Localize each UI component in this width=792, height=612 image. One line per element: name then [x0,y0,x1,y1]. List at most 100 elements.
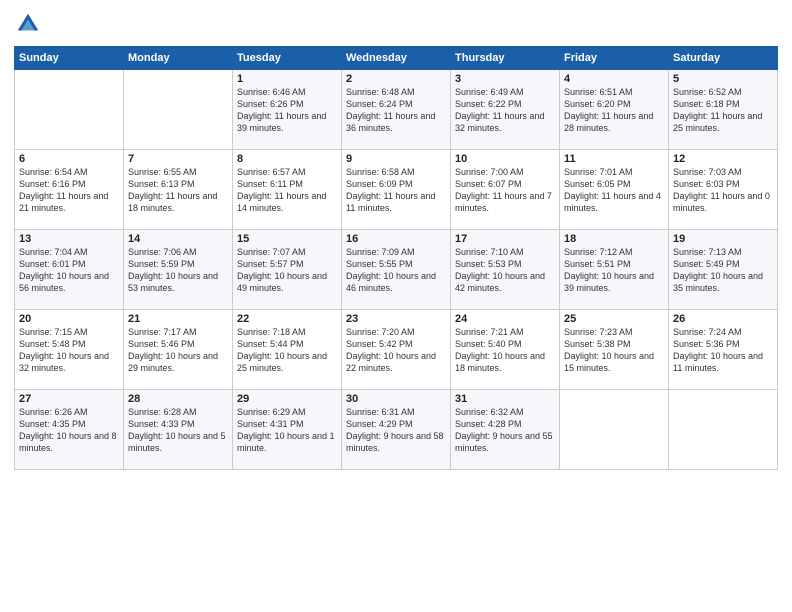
day-number: 27 [19,393,119,405]
day-info: Sunrise: 7:07 AM Sunset: 5:57 PM Dayligh… [237,246,337,295]
calendar-cell: 15Sunrise: 7:07 AM Sunset: 5:57 PM Dayli… [233,230,342,310]
day-number: 6 [19,153,119,165]
calendar-cell: 4Sunrise: 6:51 AM Sunset: 6:20 PM Daylig… [560,70,669,150]
calendar-cell: 19Sunrise: 7:13 AM Sunset: 5:49 PM Dayli… [669,230,778,310]
day-info: Sunrise: 6:57 AM Sunset: 6:11 PM Dayligh… [237,166,337,215]
day-number: 17 [455,233,555,245]
day-info: Sunrise: 7:20 AM Sunset: 5:42 PM Dayligh… [346,326,446,375]
day-number: 20 [19,313,119,325]
logo-icon [14,10,42,38]
header-day: Sunday [15,47,124,70]
header-day: Friday [560,47,669,70]
day-info: Sunrise: 7:12 AM Sunset: 5:51 PM Dayligh… [564,246,664,295]
day-info: Sunrise: 6:58 AM Sunset: 6:09 PM Dayligh… [346,166,446,215]
day-info: Sunrise: 7:23 AM Sunset: 5:38 PM Dayligh… [564,326,664,375]
day-info: Sunrise: 7:04 AM Sunset: 6:01 PM Dayligh… [19,246,119,295]
calendar-cell [15,70,124,150]
day-info: Sunrise: 6:51 AM Sunset: 6:20 PM Dayligh… [564,86,664,135]
calendar-week: 27Sunrise: 6:26 AM Sunset: 4:35 PM Dayli… [15,390,778,470]
day-number: 3 [455,73,555,85]
day-info: Sunrise: 6:29 AM Sunset: 4:31 PM Dayligh… [237,406,337,455]
calendar-body: 1Sunrise: 6:46 AM Sunset: 6:26 PM Daylig… [15,70,778,470]
day-info: Sunrise: 6:55 AM Sunset: 6:13 PM Dayligh… [128,166,228,215]
header-day: Wednesday [342,47,451,70]
day-info: Sunrise: 7:18 AM Sunset: 5:44 PM Dayligh… [237,326,337,375]
day-info: Sunrise: 6:54 AM Sunset: 6:16 PM Dayligh… [19,166,119,215]
day-number: 13 [19,233,119,245]
header-day: Tuesday [233,47,342,70]
calendar-week: 20Sunrise: 7:15 AM Sunset: 5:48 PM Dayli… [15,310,778,390]
day-info: Sunrise: 6:52 AM Sunset: 6:18 PM Dayligh… [673,86,773,135]
day-info: Sunrise: 6:46 AM Sunset: 6:26 PM Dayligh… [237,86,337,135]
calendar-cell: 11Sunrise: 7:01 AM Sunset: 6:05 PM Dayli… [560,150,669,230]
day-info: Sunrise: 7:01 AM Sunset: 6:05 PM Dayligh… [564,166,664,215]
calendar-cell: 13Sunrise: 7:04 AM Sunset: 6:01 PM Dayli… [15,230,124,310]
header-day: Monday [124,47,233,70]
calendar-cell: 17Sunrise: 7:10 AM Sunset: 5:53 PM Dayli… [451,230,560,310]
calendar-cell: 28Sunrise: 6:28 AM Sunset: 4:33 PM Dayli… [124,390,233,470]
calendar-cell: 20Sunrise: 7:15 AM Sunset: 5:48 PM Dayli… [15,310,124,390]
calendar-cell: 18Sunrise: 7:12 AM Sunset: 5:51 PM Dayli… [560,230,669,310]
calendar-cell: 7Sunrise: 6:55 AM Sunset: 6:13 PM Daylig… [124,150,233,230]
calendar-week: 13Sunrise: 7:04 AM Sunset: 6:01 PM Dayli… [15,230,778,310]
day-number: 7 [128,153,228,165]
day-info: Sunrise: 7:06 AM Sunset: 5:59 PM Dayligh… [128,246,228,295]
day-number: 22 [237,313,337,325]
header-day: Saturday [669,47,778,70]
day-number: 2 [346,73,446,85]
calendar-cell: 5Sunrise: 6:52 AM Sunset: 6:18 PM Daylig… [669,70,778,150]
calendar-cell: 21Sunrise: 7:17 AM Sunset: 5:46 PM Dayli… [124,310,233,390]
day-number: 23 [346,313,446,325]
calendar-week: 6Sunrise: 6:54 AM Sunset: 6:16 PM Daylig… [15,150,778,230]
day-info: Sunrise: 6:48 AM Sunset: 6:24 PM Dayligh… [346,86,446,135]
day-number: 1 [237,73,337,85]
day-info: Sunrise: 6:26 AM Sunset: 4:35 PM Dayligh… [19,406,119,455]
day-info: Sunrise: 6:31 AM Sunset: 4:29 PM Dayligh… [346,406,446,455]
calendar-cell: 30Sunrise: 6:31 AM Sunset: 4:29 PM Dayli… [342,390,451,470]
calendar-cell: 10Sunrise: 7:00 AM Sunset: 6:07 PM Dayli… [451,150,560,230]
calendar-cell: 12Sunrise: 7:03 AM Sunset: 6:03 PM Dayli… [669,150,778,230]
day-info: Sunrise: 7:13 AM Sunset: 5:49 PM Dayligh… [673,246,773,295]
calendar-cell: 1Sunrise: 6:46 AM Sunset: 6:26 PM Daylig… [233,70,342,150]
header-row: SundayMondayTuesdayWednesdayThursdayFrid… [15,47,778,70]
calendar-cell: 23Sunrise: 7:20 AM Sunset: 5:42 PM Dayli… [342,310,451,390]
calendar-cell: 9Sunrise: 6:58 AM Sunset: 6:09 PM Daylig… [342,150,451,230]
header [14,10,778,38]
day-number: 19 [673,233,773,245]
day-number: 21 [128,313,228,325]
day-number: 26 [673,313,773,325]
calendar-cell [669,390,778,470]
day-number: 11 [564,153,664,165]
calendar-header: SundayMondayTuesdayWednesdayThursdayFrid… [15,47,778,70]
calendar-cell: 3Sunrise: 6:49 AM Sunset: 6:22 PM Daylig… [451,70,560,150]
day-number: 28 [128,393,228,405]
day-number: 5 [673,73,773,85]
day-number: 8 [237,153,337,165]
day-number: 9 [346,153,446,165]
day-info: Sunrise: 7:03 AM Sunset: 6:03 PM Dayligh… [673,166,773,215]
calendar-week: 1Sunrise: 6:46 AM Sunset: 6:26 PM Daylig… [15,70,778,150]
calendar-cell: 22Sunrise: 7:18 AM Sunset: 5:44 PM Dayli… [233,310,342,390]
page: SundayMondayTuesdayWednesdayThursdayFrid… [0,0,792,612]
day-info: Sunrise: 7:21 AM Sunset: 5:40 PM Dayligh… [455,326,555,375]
day-info: Sunrise: 7:09 AM Sunset: 5:55 PM Dayligh… [346,246,446,295]
day-number: 16 [346,233,446,245]
day-info: Sunrise: 7:00 AM Sunset: 6:07 PM Dayligh… [455,166,555,215]
day-info: Sunrise: 7:17 AM Sunset: 5:46 PM Dayligh… [128,326,228,375]
day-info: Sunrise: 7:15 AM Sunset: 5:48 PM Dayligh… [19,326,119,375]
calendar-cell: 2Sunrise: 6:48 AM Sunset: 6:24 PM Daylig… [342,70,451,150]
day-number: 4 [564,73,664,85]
calendar-cell: 16Sunrise: 7:09 AM Sunset: 5:55 PM Dayli… [342,230,451,310]
day-number: 30 [346,393,446,405]
calendar: SundayMondayTuesdayWednesdayThursdayFrid… [14,46,778,470]
calendar-cell: 31Sunrise: 6:32 AM Sunset: 4:28 PM Dayli… [451,390,560,470]
calendar-cell: 8Sunrise: 6:57 AM Sunset: 6:11 PM Daylig… [233,150,342,230]
calendar-cell: 14Sunrise: 7:06 AM Sunset: 5:59 PM Dayli… [124,230,233,310]
day-number: 15 [237,233,337,245]
calendar-cell: 6Sunrise: 6:54 AM Sunset: 6:16 PM Daylig… [15,150,124,230]
calendar-cell: 27Sunrise: 6:26 AM Sunset: 4:35 PM Dayli… [15,390,124,470]
day-number: 24 [455,313,555,325]
day-info: Sunrise: 7:10 AM Sunset: 5:53 PM Dayligh… [455,246,555,295]
day-info: Sunrise: 6:32 AM Sunset: 4:28 PM Dayligh… [455,406,555,455]
calendar-cell [560,390,669,470]
